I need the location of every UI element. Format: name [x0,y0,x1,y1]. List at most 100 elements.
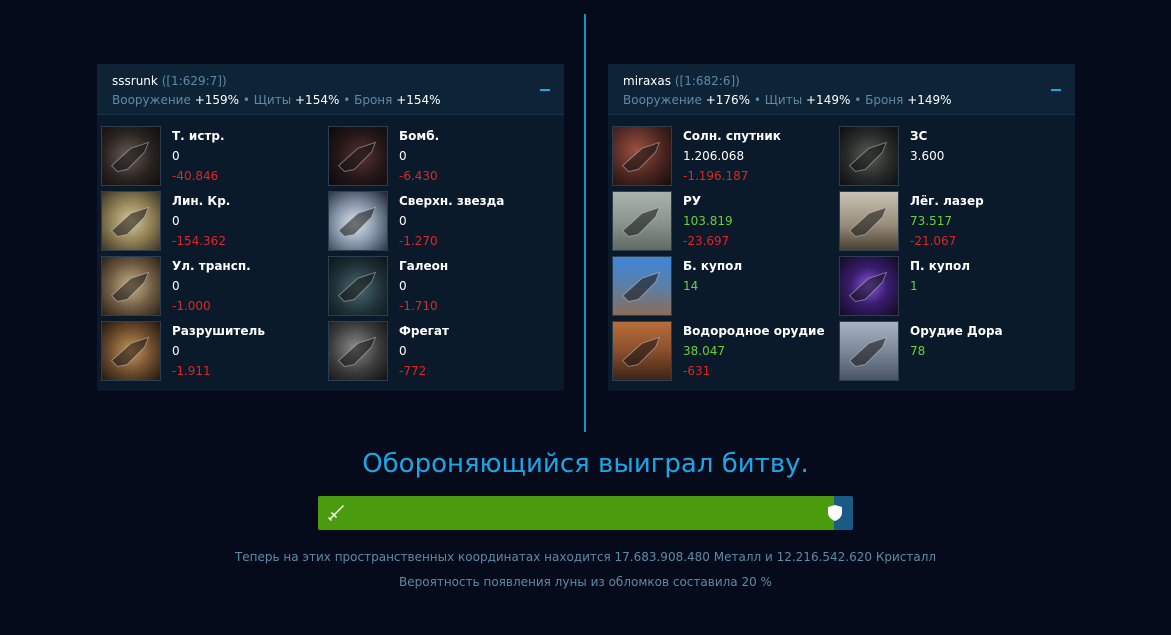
unit-card: РУ 103.819 -23.697 [612,191,838,253]
center-divider [584,14,586,432]
unit-loss: -21.067 [910,234,957,248]
unit-count: 73.517 [910,214,952,228]
unit-card: Сверхн. звезда 0 -1.270 [328,191,554,253]
defender-units: Солн. спутник 1.206.068 -1.196.187 ЗС 3.600 Р… [608,115,1075,381]
unit-count: 0 [399,214,407,228]
collapse-button[interactable] [1051,89,1061,91]
unit-count: 0 [172,279,180,293]
supernova-icon [328,191,388,251]
unit-count: 0 [172,214,180,228]
unit-count: 0 [399,279,407,293]
unit-loss: -154.362 [172,234,226,248]
unit-count: 103.819 [683,214,733,228]
unit-count: 38.047 [683,344,725,358]
unit-card: Солн. спутник 1.206.068 -1.196.187 [612,126,838,188]
stat-value: +149% [907,93,952,107]
unit-loss: -23.697 [683,234,730,248]
unit-loss: -631 [683,364,711,378]
unit-name: Фрегат [399,324,449,338]
stat-label: Щиты [253,93,292,107]
unit-count: 3.600 [910,149,945,163]
planet-dome-icon [839,256,899,316]
unit-loss: -1.911 [172,364,211,378]
unit-card: Б. купол 14 [612,256,838,318]
destroyer-icon [101,321,161,381]
battle-bar [318,496,853,530]
unit-count: 1.206.068 [683,149,745,163]
unit-name: Орудие Дора [910,324,1003,338]
debris-info: Теперь на этих пространственных координа… [234,550,937,564]
battle-result: Обороняющийся выиграл битву. [362,449,809,479]
attacker-name: sssrunk [112,74,158,88]
unit-name: Лин. Кр. [172,194,231,208]
light-laser-icon [839,191,899,251]
hydrogen-cannon-icon [612,321,672,381]
unit-name: Сверхн. звезда [399,194,505,208]
defender-coords: ([1:682:6]) [674,74,740,88]
unit-count: 1 [910,279,918,293]
defender-stats: Вооружение +176% • Щиты +149% • Броня +1… [623,93,952,107]
unit-name: Солн. спутник [683,129,781,143]
unit-name: П. купол [910,259,971,273]
frigate-icon [328,321,388,381]
unit-card: Лёг. лазер 73.517 -21.067 [839,191,1065,253]
death-star-icon [839,126,899,186]
unit-count: 0 [172,344,180,358]
moon-chance-info: Вероятность появления луны из обломков с… [399,575,772,589]
unit-count: 0 [172,149,180,163]
attacker-bar-fill [318,496,835,530]
collapse-button[interactable] [540,89,550,91]
solar-satellite-icon [612,126,672,186]
sword-icon [328,505,344,521]
unit-loss: -772 [399,364,427,378]
unit-name: Ул. трансп. [172,259,251,273]
bomber-icon [328,126,388,186]
unit-name: Галеон [399,259,449,273]
heavy-fighter-icon [101,126,161,186]
unit-count: 78 [910,344,926,358]
unit-count: 14 [683,279,699,293]
unit-card: Разрушитель 0 -1.911 [101,321,327,383]
unit-card: Т. истр. 0 -40.846 [101,126,327,188]
defender-name: miraxas [623,74,672,88]
unit-card: Орудие Дора 78 [839,321,1065,383]
dora-cannon-icon [839,321,899,381]
unit-card: Ул. трансп. 0 -1.000 [101,256,327,318]
unit-loss: -1.710 [399,299,438,313]
attacker-stats: Вооружение +159% • Щиты +154% • Броня +1… [112,93,441,107]
unit-name: Т. истр. [172,129,225,143]
battlecruiser-icon [101,191,161,251]
unit-loss: -1.196.187 [683,169,749,183]
unit-card: Лин. Кр. 0 -154.362 [101,191,327,253]
unit-name: Лёг. лазер [910,194,984,208]
unit-loss: -40.846 [172,169,219,183]
stat-value: +149% [806,93,851,107]
stat-label: Броня [354,93,393,107]
attacker-units: Т. истр. 0 -40.846 Бомб. 0 -6.430 Лин. Кр. 0 -15… [97,115,564,381]
galleon-icon [328,256,388,316]
unit-name: РУ [683,194,702,208]
improved-transport-icon [101,256,161,316]
stat-label: Вооружение [623,93,702,107]
unit-loss: -1.000 [172,299,211,313]
stat-label: Щиты [764,93,803,107]
shield-icon [828,505,842,521]
large-dome-icon [612,256,672,316]
defender-panel-header: miraxas ([1:682:6]) Вооружение +176% • Щ… [608,64,1075,115]
defender-player-line: miraxas ([1:682:6]) [623,73,1061,89]
unit-card: Фрегат 0 -772 [328,321,554,383]
unit-count: 0 [399,344,407,358]
attacker-coords: ([1:629:7]) [161,74,227,88]
stat-value: +159% [194,93,240,107]
unit-card: П. купол 1 [839,256,1065,318]
stat-value: +154% [396,93,441,107]
rocket-launcher-icon [612,191,672,251]
stat-label: Броня [865,93,904,107]
unit-name: Разрушитель [172,324,265,338]
stat-value: +154% [295,93,340,107]
unit-card: Водородное орудие 38.047 -631 [612,321,838,383]
unit-card: Галеон 0 -1.710 [328,256,554,318]
unit-card: Бомб. 0 -6.430 [328,126,554,188]
unit-name: Б. купол [683,259,743,273]
unit-name: ЗС [910,129,928,143]
